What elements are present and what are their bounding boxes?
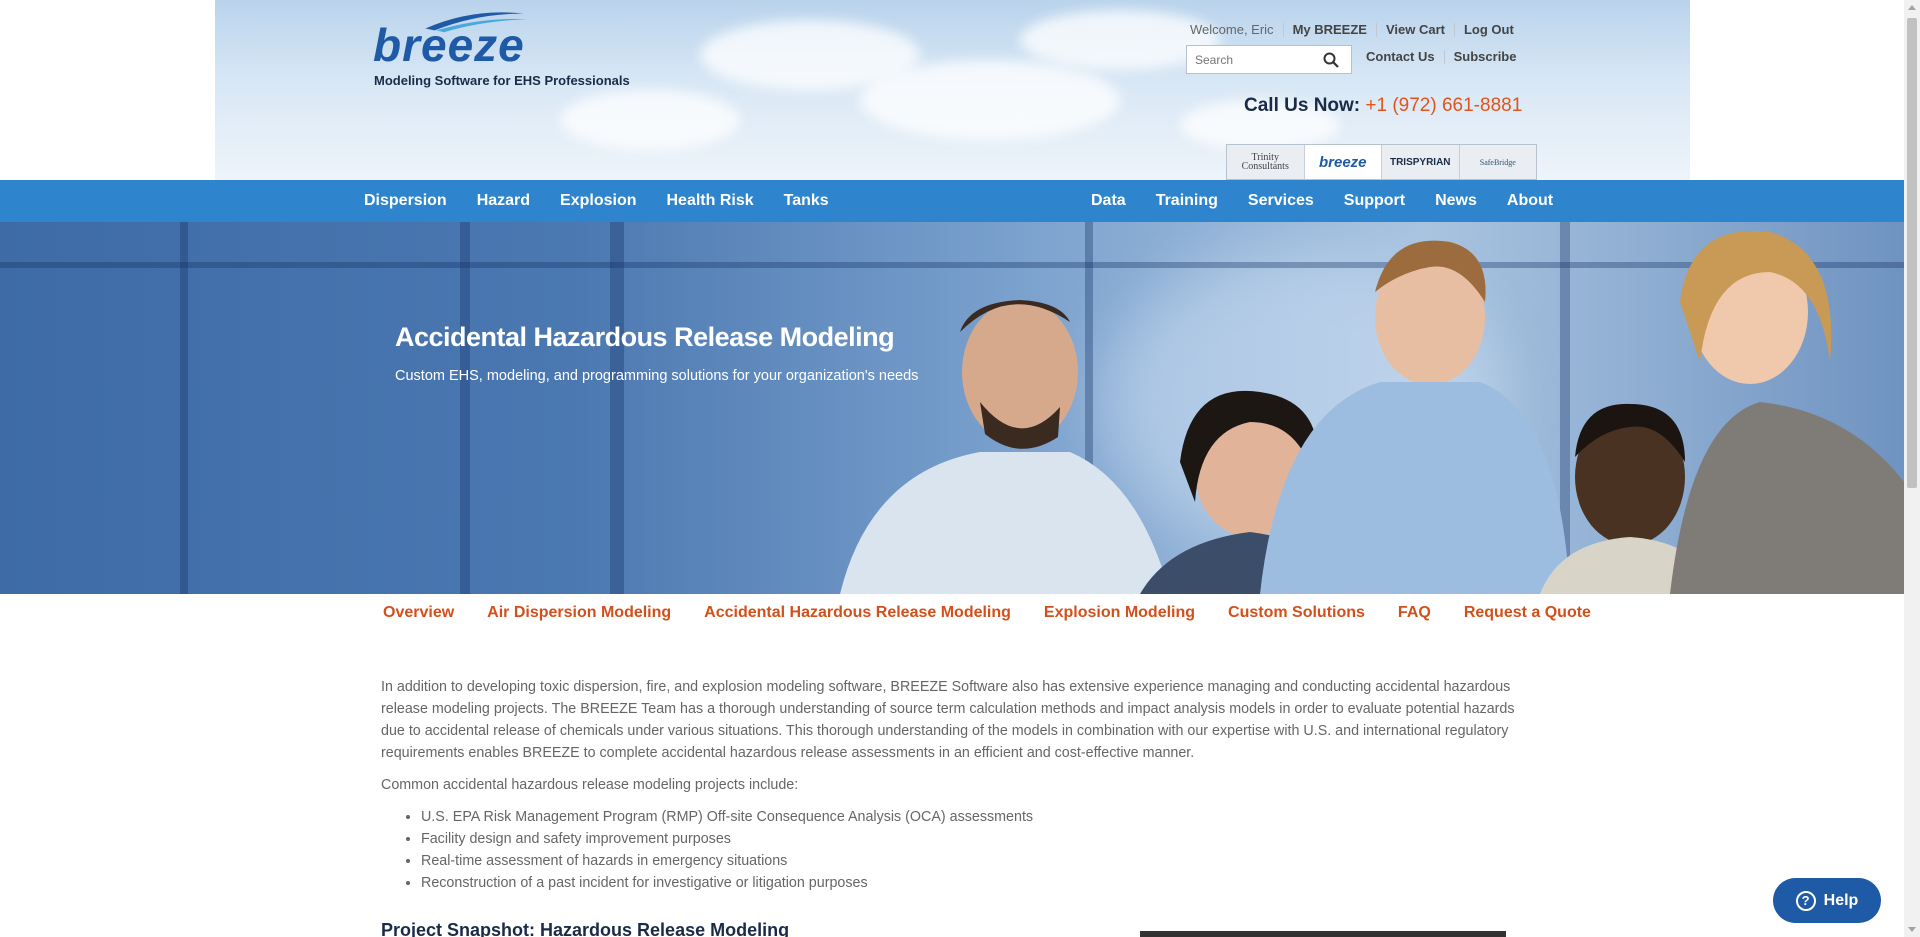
subnav-custom-solutions[interactable]: Custom Solutions	[1228, 604, 1365, 622]
subnav-explosion[interactable]: Explosion Modeling	[1044, 604, 1195, 622]
snapshot-heading: Project Snapshot: Hazardous Release Mode…	[381, 920, 790, 937]
subnav-overview[interactable]: Overview	[383, 604, 454, 622]
section-subnav: Overview Air Dispersion Modeling Acciden…	[383, 604, 1591, 622]
subscribe-link[interactable]: Subscribe	[1443, 50, 1526, 64]
call-label: Call Us Now:	[1244, 95, 1361, 116]
call-us: Call Us Now: +1 (972) 661-8881	[1244, 95, 1522, 117]
nav-hazard[interactable]: Hazard	[477, 192, 530, 210]
list-item: Real-time assessment of hazards in emerg…	[421, 850, 1516, 872]
subnav-accidental-release[interactable]: Accidental Hazardous Release Modeling	[704, 604, 1011, 622]
nav-news[interactable]: News	[1435, 192, 1477, 210]
question-icon: ?	[1795, 890, 1816, 911]
logo[interactable]: breeze	[373, 18, 525, 72]
intro-paragraph: In addition to developing toxic dispersi…	[381, 679, 1515, 761]
tagline: Modeling Software for EHS Professionals	[374, 73, 630, 88]
hero-title: Accidental Hazardous Release Modeling	[395, 322, 895, 352]
list-intro: Common accidental hazardous release mode…	[381, 777, 799, 793]
nav-training[interactable]: Training	[1156, 192, 1218, 210]
log-out-link[interactable]: Log Out	[1453, 23, 1523, 37]
my-breeze-link[interactable]: My BREEZE	[1282, 23, 1376, 37]
partner-breeze[interactable]: breeze	[1303, 145, 1381, 179]
partner-trispyrian[interactable]: TRISPYRIAN	[1381, 145, 1459, 179]
hero-banner: Accidental Hazardous Release Modeling Cu…	[0, 222, 1904, 594]
account-links: Welcome, Eric My BREEZE View Cart Log Ou…	[1190, 23, 1523, 37]
main-nav: Dispersion Hazard Explosion Health Risk …	[0, 180, 1904, 222]
snapshot-image	[1140, 931, 1506, 937]
hero-people-image	[840, 230, 1904, 594]
nav-about[interactable]: About	[1507, 192, 1553, 210]
projects-list: U.S. EPA Risk Management Program (RMP) O…	[421, 806, 1516, 894]
scrollbar-thumb[interactable]	[1907, 18, 1917, 488]
partner-safebridge[interactable]: SafeBridge	[1458, 145, 1537, 179]
nav-dispersion[interactable]: Dispersion	[364, 192, 447, 210]
nav-tanks[interactable]: Tanks	[784, 192, 829, 210]
nav-explosion[interactable]: Explosion	[560, 192, 636, 210]
partner-trinity[interactable]: Trinity Consultants	[1227, 145, 1304, 179]
welcome-text: Welcome, Eric	[1190, 22, 1274, 37]
scroll-up-icon[interactable]	[1908, 5, 1916, 10]
nav-support[interactable]: Support	[1344, 192, 1405, 210]
search-input[interactable]	[1187, 46, 1317, 73]
help-button[interactable]: ? Help	[1773, 878, 1881, 923]
scrollbar[interactable]	[1904, 0, 1920, 937]
search-box	[1186, 45, 1352, 74]
main-content: In addition to developing toxic dispersi…	[381, 676, 1516, 894]
subnav-faq[interactable]: FAQ	[1398, 604, 1431, 622]
nav-health-risk[interactable]: Health Risk	[667, 192, 754, 210]
scroll-down-icon[interactable]	[1908, 927, 1916, 932]
help-label: Help	[1823, 891, 1859, 909]
subnav-request-quote[interactable]: Request a Quote	[1464, 604, 1591, 622]
subnav-air-dispersion[interactable]: Air Dispersion Modeling	[487, 604, 671, 622]
hero-subtitle: Custom EHS, modeling, and programming so…	[395, 368, 919, 384]
view-cart-link[interactable]: View Cart	[1375, 23, 1454, 37]
phone-number[interactable]: +1 (972) 661-8881	[1365, 95, 1522, 116]
search-icon[interactable]	[1323, 52, 1339, 68]
nav-services[interactable]: Services	[1248, 192, 1314, 210]
list-item: U.S. EPA Risk Management Program (RMP) O…	[421, 806, 1516, 828]
list-item: Facility design and safety improvement p…	[421, 828, 1516, 850]
partner-logos: Trinity Consultants breeze TRISPYRIAN Sa…	[1226, 144, 1537, 180]
nav-data[interactable]: Data	[1091, 192, 1126, 210]
contact-us-link[interactable]: Contact Us	[1366, 50, 1444, 64]
list-item: Reconstruction of a past incident for in…	[421, 872, 1516, 894]
site-header: breeze Modeling Software for EHS Profess…	[0, 0, 1904, 180]
secondary-links: Contact Us Subscribe	[1366, 50, 1525, 64]
